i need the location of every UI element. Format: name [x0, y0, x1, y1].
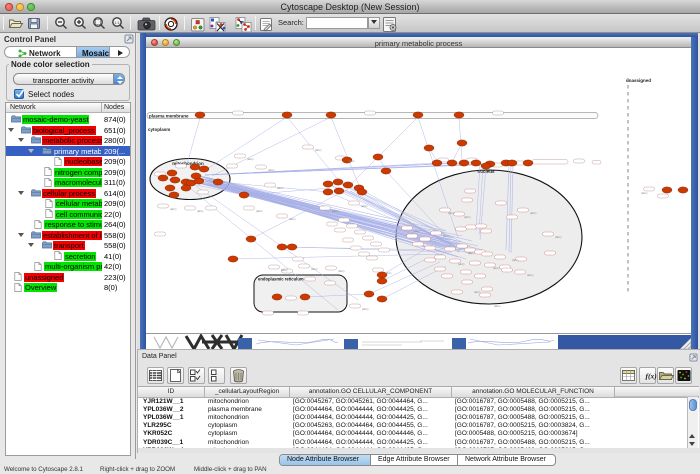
- svg-text:nucleus: nucleus: [477, 169, 495, 174]
- svg-text:(abc): (abc): [555, 235, 561, 239]
- svg-text:(abc): (abc): [512, 258, 518, 262]
- svg-text:(abc): (abc): [385, 271, 391, 275]
- svg-text:(abc): (abc): [281, 268, 287, 272]
- svg-text:(abc): (abc): [338, 269, 344, 273]
- svg-text:f(x): f(x): [646, 372, 658, 381]
- svg-text:cytoplasm: cytoplasm: [148, 127, 170, 132]
- svg-text:plasma membrane: plasma membrane: [149, 113, 189, 118]
- svg-text:(abc): (abc): [464, 215, 470, 219]
- svg-text:(abc): (abc): [311, 267, 317, 271]
- svg-text:(abc): (abc): [641, 191, 647, 195]
- svg-text:(abc): (abc): [315, 148, 321, 152]
- svg-text:(abc): (abc): [256, 209, 262, 213]
- svg-text:(abc): (abc): [197, 209, 203, 213]
- svg-text:(abc): (abc): [332, 209, 338, 213]
- svg-text:(abc): (abc): [268, 168, 274, 172]
- svg-text:(abc): (abc): [361, 204, 367, 208]
- svg-text:(abc): (abc): [362, 307, 368, 311]
- svg-text:(abc): (abc): [530, 211, 536, 215]
- svg-text:(abc): (abc): [277, 186, 283, 190]
- svg-text:(abc): (abc): [458, 262, 464, 266]
- svg-text:(abc): (abc): [493, 266, 499, 270]
- svg-text:(abc): (abc): [170, 207, 176, 211]
- svg-text:(abc): (abc): [474, 290, 480, 294]
- svg-text:1:1: 1:1: [114, 20, 120, 25]
- svg-text:(abc): (abc): [448, 211, 454, 215]
- svg-text:unassigned: unassigned: [626, 78, 651, 83]
- svg-text:(abc): (abc): [494, 304, 500, 308]
- svg-text:(abc): (abc): [289, 217, 295, 221]
- svg-text:(abc): (abc): [527, 273, 533, 277]
- svg-text:(abc): (abc): [348, 159, 354, 163]
- svg-text:(abc): (abc): [414, 229, 420, 233]
- svg-text:(abc): (abc): [247, 157, 253, 161]
- svg-text:(abc): (abc): [468, 251, 474, 255]
- svg-text:endoplasmic reticulum: endoplasmic reticulum: [258, 277, 304, 282]
- svg-text:(abc): (abc): [443, 234, 449, 238]
